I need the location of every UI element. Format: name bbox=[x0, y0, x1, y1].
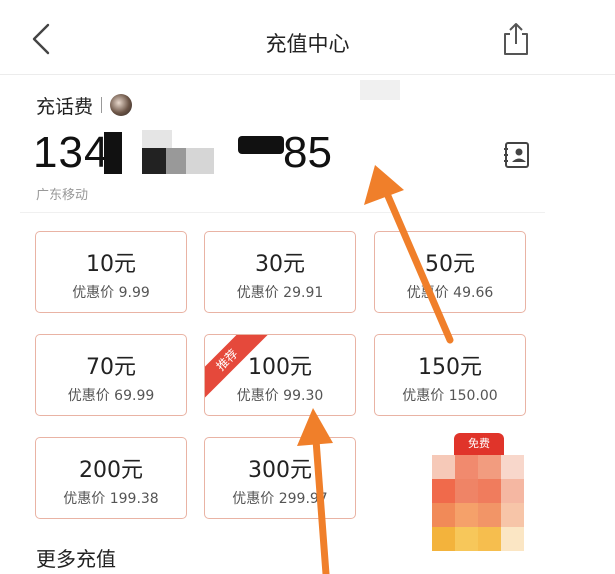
amount-option[interactable]: 300元 优惠价 299.97 bbox=[204, 437, 356, 519]
amount-option[interactable]: 200元 优惠价 199.38 bbox=[35, 437, 187, 519]
promo-ad-label: 免费 bbox=[454, 433, 504, 455]
option-price: 优惠价 150.00 bbox=[402, 388, 498, 404]
amount-option-recommended[interactable]: 推荐 100元 优惠价 99.30 bbox=[204, 334, 356, 416]
option-amount: 70元 bbox=[86, 355, 136, 380]
option-amount: 30元 bbox=[255, 252, 305, 277]
option-price: 优惠价 69.99 bbox=[67, 388, 155, 404]
option-price: 优惠价 49.66 bbox=[406, 285, 494, 301]
option-amount: 200元 bbox=[79, 458, 143, 483]
option-price: 优惠价 99.30 bbox=[236, 388, 324, 404]
promo-ad[interactable]: 免费 bbox=[432, 433, 524, 551]
amount-option[interactable]: 10元 优惠价 9.99 bbox=[35, 231, 187, 313]
option-amount: 300元 bbox=[248, 458, 312, 483]
amount-option[interactable]: 30元 优惠价 29.91 bbox=[204, 231, 356, 313]
option-price: 优惠价 199.38 bbox=[63, 491, 159, 507]
promo-ad-mosaic bbox=[432, 455, 524, 551]
more-topup-label[interactable]: 更多充值 bbox=[36, 543, 116, 572]
option-price: 优惠价 299.97 bbox=[232, 491, 328, 507]
amount-option[interactable]: 70元 优惠价 69.99 bbox=[35, 334, 187, 416]
option-price: 优惠价 29.91 bbox=[236, 285, 324, 301]
option-amount: 10元 bbox=[86, 252, 136, 277]
option-amount: 50元 bbox=[425, 252, 475, 277]
option-amount: 150元 bbox=[418, 355, 482, 380]
amount-option[interactable]: 150元 优惠价 150.00 bbox=[374, 334, 526, 416]
amount-option[interactable]: 50元 优惠价 49.66 bbox=[374, 231, 526, 313]
option-price: 优惠价 9.99 bbox=[72, 285, 150, 301]
option-amount: 100元 bbox=[248, 355, 312, 380]
